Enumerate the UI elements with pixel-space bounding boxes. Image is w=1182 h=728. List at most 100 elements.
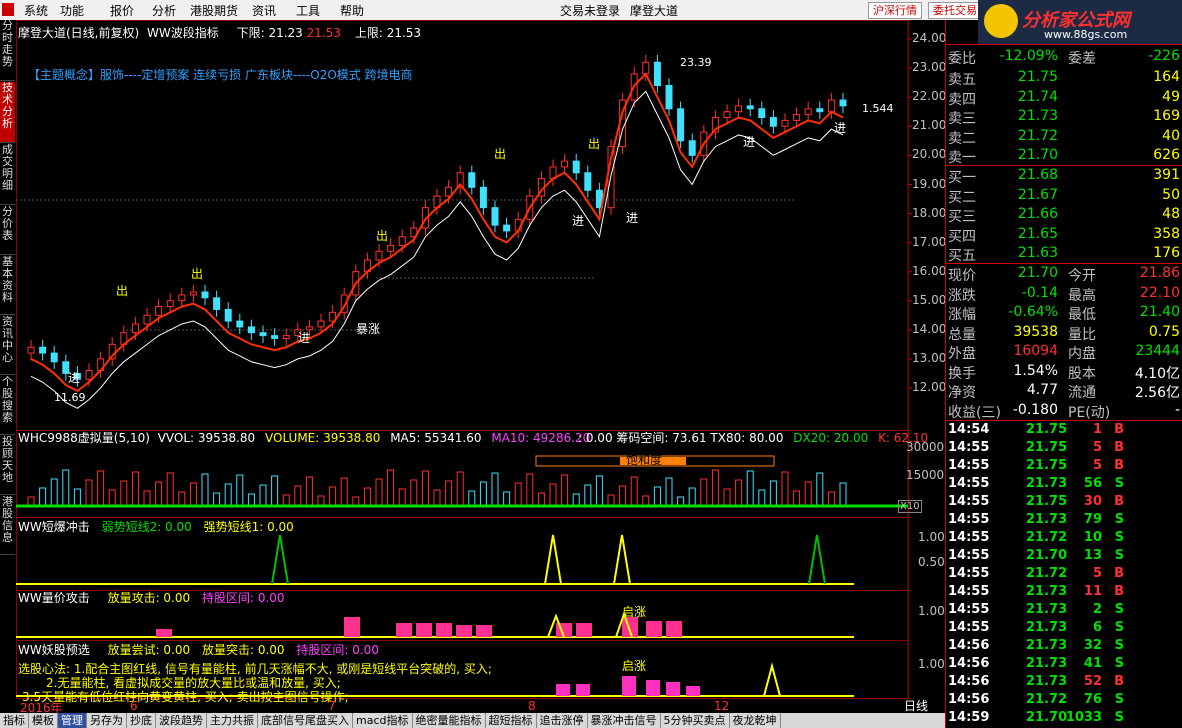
method-line-3: 3.5天量能有低位红柱向黄变黄柱, 买入; 卖出按主图信号操作; xyxy=(22,690,349,704)
volume-bar xyxy=(329,486,337,506)
candle-body xyxy=(282,335,290,340)
window-title: 摩登大道 xyxy=(630,4,679,18)
trade-button[interactable]: 委托交易 xyxy=(928,2,982,19)
period-label[interactable]: 日线 xyxy=(904,697,928,714)
panel2-header: WW短爆冲击 弱势短线2: 0.00 强势短线1: 0.00 xyxy=(18,518,294,535)
bottom-tab[interactable]: 暴涨冲击信号 xyxy=(588,713,661,728)
tab-price-table[interactable]: 分价表 xyxy=(0,206,15,255)
volume-bar xyxy=(700,478,708,506)
menu-analysis[interactable]: 分析 xyxy=(152,2,176,19)
volume-bar xyxy=(804,481,812,506)
buy-signal-label: 进 xyxy=(834,121,846,135)
tab-trades[interactable]: 成交明细 xyxy=(0,144,15,205)
price-tick: 20.00 xyxy=(912,147,947,162)
bottom-tab[interactable]: 抄底 xyxy=(127,713,156,728)
bottom-tab[interactable]: 底部信号尾盘买入 xyxy=(258,713,353,728)
ask-row: 卖五 21.75 164 xyxy=(946,69,1182,88)
volume-bar xyxy=(410,479,418,506)
tab-advisor[interactable]: 投顾天地 xyxy=(0,436,15,495)
panel3-bar xyxy=(396,623,412,637)
login-status[interactable]: 交易未登录 xyxy=(560,2,620,19)
panel4-name[interactable]: WW妖股预选 xyxy=(18,643,90,657)
candle-body xyxy=(178,294,186,302)
candle-body xyxy=(166,300,174,308)
menu-tools[interactable]: 工具 xyxy=(296,2,320,19)
menu-system[interactable]: 系统 xyxy=(24,2,48,19)
panel4-tick: 1.00 xyxy=(918,657,945,671)
candle-body xyxy=(317,320,325,328)
chart-canvas[interactable]: 出出出出出进进进 进进进暴涨23.3911.691.544 xyxy=(16,20,946,712)
bottom-tab[interactable]: 模板 xyxy=(29,713,58,728)
candle-body xyxy=(201,291,209,299)
tab-stock-search[interactable]: 个股搜索 xyxy=(0,376,15,435)
panel4-bar xyxy=(576,684,590,696)
volume-bar xyxy=(97,470,105,506)
tick-cell: 14:55 xyxy=(948,440,990,455)
quote-separator xyxy=(945,165,1182,166)
quote-label: 卖二 xyxy=(948,130,976,147)
tick-cell: 41 xyxy=(1083,656,1102,671)
bottom-tab[interactable]: 另存为 xyxy=(87,713,127,728)
tick-row: 14:56 21.73 52 B xyxy=(946,674,1182,692)
quote-value-2: 40 xyxy=(1162,127,1180,144)
tick-cell: 11 xyxy=(1083,584,1102,599)
tick-cell: S xyxy=(1114,602,1124,617)
tab-hk-info[interactable]: 港股信息 xyxy=(0,496,15,555)
tick-cell: 14:55 xyxy=(948,458,990,473)
candle-body xyxy=(735,105,743,113)
tab-technical[interactable]: 技术分析 xyxy=(0,82,15,143)
vvol-value: VVOL: 39538.80 xyxy=(157,431,256,445)
tick-cell: B xyxy=(1114,584,1124,599)
panel3-name[interactable]: WW量价攻击 xyxy=(18,591,90,605)
quote-label: 买五 xyxy=(948,248,976,264)
menu-function[interactable]: 功能 xyxy=(60,2,84,19)
volume-bar xyxy=(584,484,592,506)
panel4-bar xyxy=(622,676,636,696)
volume-bar xyxy=(131,471,139,506)
quote-value-2: 22.10 xyxy=(1139,284,1180,301)
candle-body xyxy=(468,172,476,188)
volume-bar xyxy=(839,482,847,506)
bottom-tab[interactable]: 夜龙乾坤 xyxy=(730,713,781,728)
volume-bar xyxy=(155,481,163,506)
candle-body xyxy=(39,346,47,354)
bottom-tab[interactable]: 绝密量能指标 xyxy=(413,713,486,728)
x10-button[interactable]: X10 xyxy=(898,500,922,513)
quote-value-2: 49 xyxy=(1162,88,1180,105)
volume-bar xyxy=(120,480,128,506)
tick-cell: 5 xyxy=(1092,458,1102,473)
menu-help[interactable]: 帮助 xyxy=(340,2,364,19)
price-tick: 14.00 xyxy=(912,322,947,336)
panel3-hold: 持股区间: 0.00 xyxy=(201,591,285,605)
bottom-tab[interactable]: 5分钟买卖点 xyxy=(661,713,730,728)
tick-cell: 21.75 xyxy=(1026,440,1068,455)
tab-info-center[interactable]: 资讯中心 xyxy=(0,316,15,375)
volume-indicator-name[interactable]: WHC9988虚拟量(5,10) xyxy=(18,431,150,445)
menu-hk-futures[interactable]: 港股期货 xyxy=(190,2,238,19)
panel4-spike xyxy=(763,662,781,697)
concept-line: 【主题概念】服饰----定增预案 连续亏损 广东板块----O2O模式 跨境电商 xyxy=(28,68,413,82)
volume-bar xyxy=(827,491,835,506)
quote-label: 收益(三) xyxy=(948,404,1001,421)
menu-news[interactable]: 资讯 xyxy=(252,2,276,19)
volume-bar xyxy=(595,475,603,506)
price-tick: 16.00 xyxy=(912,263,947,278)
ask-row: 卖二 21.72 40 xyxy=(946,128,1182,147)
market-button[interactable]: 沪深行情 xyxy=(868,2,922,19)
tab-intraday[interactable]: 分时走势 xyxy=(0,20,15,81)
bottom-tab[interactable]: 追击涨停 xyxy=(537,713,588,728)
bottom-tab[interactable]: 主力共振 xyxy=(207,713,258,728)
panel2-name[interactable]: WW短爆冲击 xyxy=(18,520,90,534)
quote-label: 卖三 xyxy=(948,111,976,127)
bottom-tab[interactable]: 管理 xyxy=(58,713,87,728)
bottom-tab[interactable]: 指标 xyxy=(0,713,29,728)
indicator-name[interactable]: WW波段指标 xyxy=(147,26,219,40)
volume-bar xyxy=(677,496,685,506)
quote-value: 21.63 xyxy=(1017,245,1058,261)
bottom-tab[interactable]: 波段趋势 xyxy=(156,713,207,728)
bottom-tab[interactable]: 超短指标 xyxy=(486,713,537,728)
bottom-tab[interactable]: macd指标 xyxy=(353,713,413,728)
menu-quote[interactable]: 报价 xyxy=(110,2,134,19)
tab-profile[interactable]: 基本资料 xyxy=(0,256,15,315)
tick-cell: S xyxy=(1114,620,1124,635)
